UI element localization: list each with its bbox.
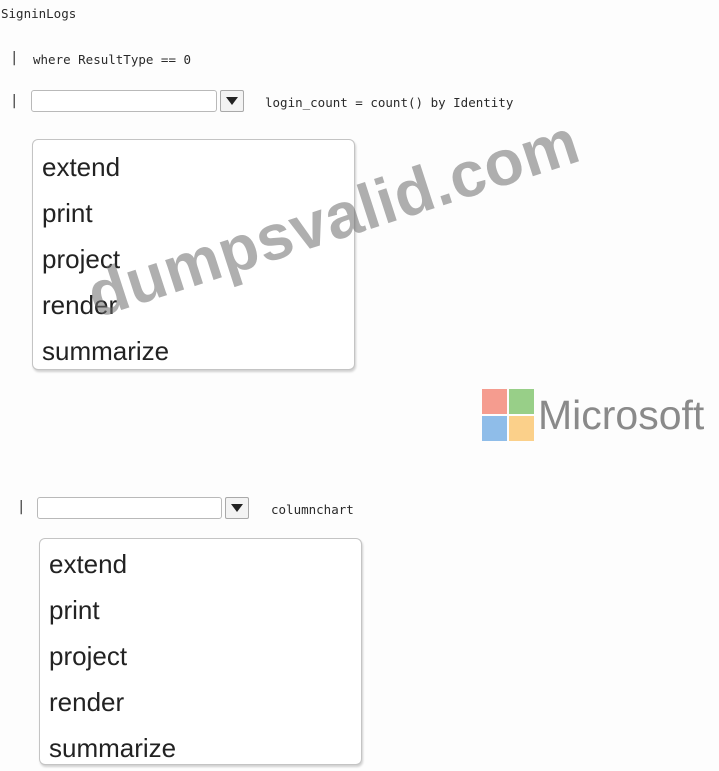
dropdown-2-toggle[interactable]: [225, 497, 249, 519]
logo-square-red: [482, 389, 507, 414]
dropdown-2-option-project[interactable]: project: [49, 633, 361, 679]
dropdown-1-option-extend[interactable]: extend: [42, 144, 354, 190]
operator-dropdown-2[interactable]: [37, 497, 222, 519]
logo-square-green: [509, 389, 534, 414]
pipe-symbol: |: [10, 50, 19, 66]
pipe-symbol: |: [10, 93, 19, 109]
logo-square-yellow: [509, 416, 534, 441]
dropdown-2-option-print[interactable]: print: [49, 587, 361, 633]
microsoft-brand-text: Microsoft: [538, 392, 705, 438]
query-render-clause: columnchart: [271, 502, 354, 517]
dropdown-1-option-summarize[interactable]: summarize: [42, 328, 354, 374]
operator-dropdown-1[interactable]: [31, 90, 217, 112]
microsoft-logo-icon: [482, 389, 534, 441]
dropdown-2-options: extend print project render summarize: [39, 538, 362, 765]
dropdown-2-option-summarize[interactable]: summarize: [49, 725, 361, 771]
pipe-symbol: |: [17, 499, 26, 515]
logo-square-blue: [482, 416, 507, 441]
dropdown-2-option-render[interactable]: render: [49, 679, 361, 725]
dropdown-2-option-extend[interactable]: extend: [49, 541, 361, 587]
query-summarize-clause: login_count = count() by Identity: [265, 95, 514, 110]
chevron-down-icon: [226, 97, 238, 105]
query-table-name: SigninLogs: [1, 6, 77, 21]
chevron-down-icon: [231, 504, 243, 512]
query-where-clause: where ResultType == 0: [33, 52, 192, 67]
dropdown-1-toggle[interactable]: [220, 90, 244, 112]
